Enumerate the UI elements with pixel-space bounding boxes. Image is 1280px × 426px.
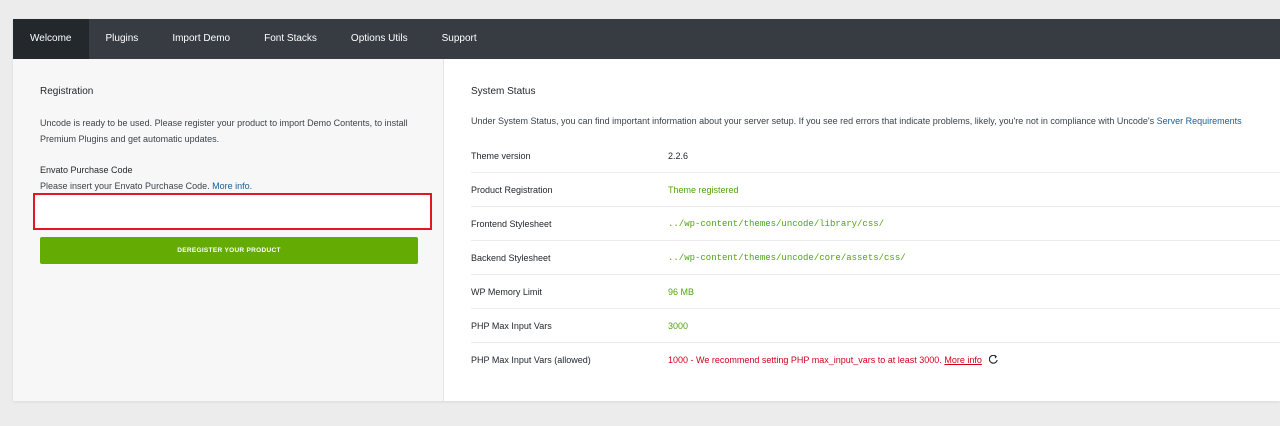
- theme-dashboard-panel: Welcome Plugins Import Demo Font Stacks …: [13, 19, 1280, 401]
- status-key: Theme version: [471, 151, 531, 161]
- top-navigation: Welcome Plugins Import Demo Font Stacks …: [13, 19, 1280, 59]
- registration-section: Registration Uncode is ready to be used.…: [13, 59, 444, 401]
- more-info-error-link[interactable]: More info: [944, 355, 982, 365]
- status-row-wp-memory-limit: WP Memory Limit 96 MB: [471, 275, 1280, 309]
- system-status-section: System Status Under System Status, you c…: [445, 59, 1280, 401]
- status-row-frontend-stylesheet: Frontend Stylesheet ../wp-content/themes…: [471, 207, 1280, 241]
- status-error-text: 1000 - We recommend setting PHP max_inpu…: [668, 355, 942, 365]
- server-requirements-link[interactable]: Server Requirements: [1157, 116, 1242, 126]
- status-key: Frontend Stylesheet: [471, 219, 552, 229]
- purchase-code-help-text: Please insert your Envato Purchase Code.: [40, 181, 210, 191]
- status-key: PHP Max Input Vars: [471, 321, 552, 331]
- status-key: Product Registration: [471, 185, 553, 195]
- more-info-link[interactable]: More info.: [212, 181, 252, 191]
- purchase-code-label: Envato Purchase Code: [40, 165, 133, 175]
- tab-support[interactable]: Support: [425, 19, 494, 59]
- status-value: Theme registered: [668, 185, 739, 195]
- status-value: ../wp-content/themes/uncode/core/assets/…: [668, 253, 906, 263]
- tab-import-demo[interactable]: Import Demo: [155, 19, 247, 59]
- system-status-table: Theme version 2.2.6 Product Registration…: [471, 139, 1280, 377]
- status-key: Backend Stylesheet: [471, 253, 551, 263]
- purchase-code-help: Please insert your Envato Purchase Code.…: [40, 181, 252, 191]
- deregister-product-button[interactable]: DEREGISTER YOUR PRODUCT: [40, 237, 418, 264]
- status-key: PHP Max Input Vars (allowed): [471, 355, 591, 365]
- tab-plugins[interactable]: Plugins: [89, 19, 156, 59]
- status-row-php-max-input-vars-allowed: PHP Max Input Vars (allowed) 1000 - We r…: [471, 343, 1280, 377]
- system-status-title: System Status: [471, 86, 536, 97]
- status-value: ../wp-content/themes/uncode/library/css/: [668, 219, 885, 229]
- registration-title: Registration: [40, 86, 94, 97]
- status-key: WP Memory Limit: [471, 287, 542, 297]
- status-value: 96 MB: [668, 287, 695, 297]
- status-row-product-registration: Product Registration Theme registered: [471, 173, 1280, 207]
- registration-intro: Uncode is ready to be used. Please regis…: [40, 118, 408, 144]
- status-value-error: 1000 - We recommend setting PHP max_inpu…: [668, 355, 999, 365]
- status-value: 2.2.6: [668, 151, 689, 161]
- tab-options-utils[interactable]: Options Utils: [334, 19, 425, 59]
- purchase-code-input[interactable]: [33, 193, 432, 230]
- refresh-icon[interactable]: [989, 355, 999, 364]
- system-status-description-text: Under System Status, you can find import…: [471, 116, 1155, 126]
- status-row-theme-version: Theme version 2.2.6: [471, 139, 1280, 173]
- tab-welcome[interactable]: Welcome: [13, 19, 89, 59]
- status-value: 3000: [668, 321, 689, 331]
- system-status-description: Under System Status, you can find import…: [471, 116, 1242, 126]
- status-row-php-max-input-vars: PHP Max Input Vars 3000: [471, 309, 1280, 343]
- status-row-backend-stylesheet: Backend Stylesheet ../wp-content/themes/…: [471, 241, 1280, 275]
- tab-font-stacks[interactable]: Font Stacks: [247, 19, 334, 59]
